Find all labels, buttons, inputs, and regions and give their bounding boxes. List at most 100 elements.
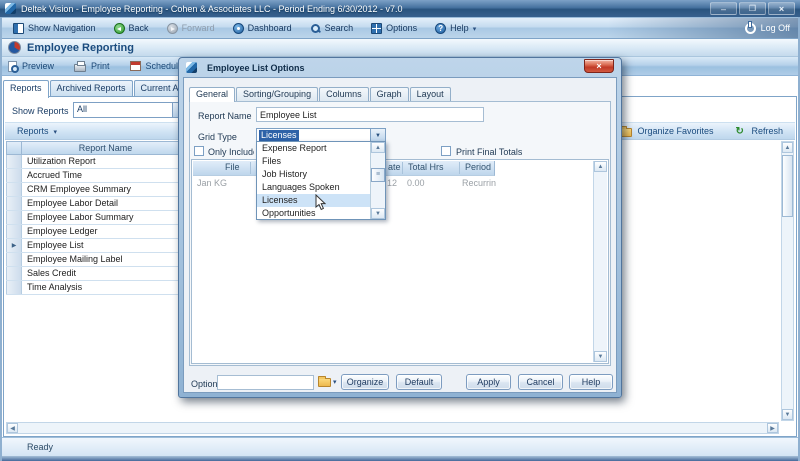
status-text: Ready xyxy=(27,442,53,452)
window-left-edge xyxy=(0,17,2,461)
scroll-down-icon[interactable] xyxy=(782,409,793,420)
scroll-down-icon[interactable] xyxy=(371,208,385,219)
dropdown-option[interactable]: Expense Report xyxy=(257,142,370,155)
refresh-button[interactable]: Refresh xyxy=(735,126,783,137)
organize-favorites-button[interactable]: Organize Favorites xyxy=(619,126,713,137)
status-bar: Ready xyxy=(0,437,800,456)
dialog-close-button[interactable] xyxy=(584,59,614,73)
col-period: Period xyxy=(465,162,491,172)
show-navigation-button[interactable]: Show Navigation xyxy=(4,18,105,38)
list-item[interactable]: Time Analysis xyxy=(6,281,190,295)
scrollbar-thumb[interactable] xyxy=(782,155,793,217)
list-item[interactable]: CRM Employee Summary xyxy=(6,183,190,197)
employee-reporting-icon xyxy=(8,41,21,54)
cancel-button[interactable]: Cancel xyxy=(518,374,563,390)
grid-type-label: Grid Type xyxy=(198,132,237,142)
default-button[interactable]: Default xyxy=(396,374,442,390)
list-item[interactable]: Sales Credit xyxy=(6,267,190,281)
only-include-label: Only Include E xyxy=(208,147,254,157)
list-item[interactable]: Employee Ledger xyxy=(6,225,190,239)
apply-button[interactable]: Apply xyxy=(466,374,511,390)
vertical-scrollbar[interactable] xyxy=(781,141,794,421)
help-dialog-button[interactable]: Help xyxy=(569,374,613,390)
dialog-title: Employee List Options xyxy=(207,63,305,73)
dropdown-option[interactable]: Opportunities xyxy=(257,207,370,219)
report-name-input[interactable] xyxy=(256,107,484,122)
page-title: Employee Reporting xyxy=(27,42,134,54)
print-button[interactable]: Print xyxy=(74,61,110,72)
tab-columns[interactable]: Columns xyxy=(319,87,369,101)
forward-button[interactable]: Forward xyxy=(158,18,224,38)
scroll-up-icon[interactable] xyxy=(594,161,607,172)
row-selector xyxy=(6,183,22,196)
search-icon xyxy=(310,23,321,34)
help-button[interactable]: Help xyxy=(426,18,493,38)
row-selector xyxy=(6,211,22,224)
minimize-button[interactable] xyxy=(710,2,737,15)
navigation-panel-icon xyxy=(13,23,24,34)
list-item[interactable]: Employee Mailing Label xyxy=(6,253,190,267)
back-button[interactable]: Back xyxy=(105,18,158,38)
scrollbar-thumb[interactable] xyxy=(371,168,385,182)
report-list: Report Name Utilization Report Accrued T… xyxy=(6,141,190,295)
tab-archived-reports[interactable]: Archived Reports xyxy=(50,80,133,96)
calendar-icon xyxy=(130,61,141,71)
dialog-grid: File ate Total Hrs Period Jan KG 12 0.00… xyxy=(191,159,609,364)
grid-cell-file[interactable]: Jan KG xyxy=(197,178,227,188)
preview-button[interactable]: Preview xyxy=(8,61,54,72)
dialog-title-bar[interactable]: Employee List Options xyxy=(179,58,621,77)
dashboard-button[interactable]: Dashboard xyxy=(224,18,301,38)
report-name-column-header: Report Name xyxy=(22,142,189,154)
list-item[interactable]: Utilization Report xyxy=(6,155,190,169)
col-date: ate xyxy=(388,162,401,172)
tab-reports[interactable]: Reports xyxy=(3,80,49,98)
grid-cell-total-hrs[interactable]: 0.00 xyxy=(407,178,425,188)
grid-vertical-scrollbar[interactable] xyxy=(593,161,607,362)
list-item-selected[interactable]: Employee List xyxy=(6,239,190,253)
reports-group-dropdown[interactable]: Reports xyxy=(17,126,65,137)
grid-cell-date[interactable]: 12 xyxy=(387,178,397,188)
dropdown-option[interactable]: Languages Spoken xyxy=(257,181,370,194)
dropdown-option-highlighted[interactable]: Licenses xyxy=(257,194,370,207)
list-item[interactable]: Employee Labor Summary xyxy=(6,211,190,225)
dropdown-option[interactable]: Files xyxy=(257,155,370,168)
application-window: Deltek Vision - Employee Reporting - Coh… xyxy=(0,0,800,461)
report-list-header[interactable]: Report Name xyxy=(6,141,190,155)
log-off-button[interactable]: Log Off xyxy=(739,23,796,34)
scroll-up-icon[interactable] xyxy=(371,142,385,153)
list-item[interactable]: Accrued Time xyxy=(6,169,190,183)
employee-list-options-dialog: Employee List Options General Sorting/Gr… xyxy=(178,57,622,398)
dropdown-option[interactable]: Job History xyxy=(257,168,370,181)
tab-graph[interactable]: Graph xyxy=(370,87,409,101)
restore-button[interactable] xyxy=(739,2,766,15)
printer-icon xyxy=(74,64,86,72)
scroll-up-icon[interactable] xyxy=(782,142,793,153)
row-selector xyxy=(6,155,22,168)
grid-cell-period[interactable]: Recurrin xyxy=(462,178,496,188)
mouse-cursor xyxy=(315,194,326,211)
row-selector xyxy=(6,253,22,266)
show-reports-select[interactable]: All xyxy=(73,102,188,118)
refresh-icon xyxy=(735,126,746,137)
options-button[interactable]: Options xyxy=(362,18,426,38)
dialog-body: General Sorting/Grouping Columns Graph L… xyxy=(183,77,617,393)
tab-layout[interactable]: Layout xyxy=(410,87,451,101)
scroll-down-icon[interactable] xyxy=(594,351,607,362)
tab-sorting-grouping[interactable]: Sorting/Grouping xyxy=(236,87,318,101)
print-final-totals-label: Print Final Totals xyxy=(456,147,522,157)
only-include-checkbox[interactable] xyxy=(194,146,204,156)
scroll-left-icon[interactable] xyxy=(7,423,18,433)
print-final-totals-checkbox[interactable] xyxy=(441,146,451,156)
page-header: Employee Reporting xyxy=(0,39,800,57)
options-input[interactable] xyxy=(217,375,314,390)
scroll-right-icon[interactable] xyxy=(767,423,778,433)
organize-button[interactable]: Organize xyxy=(341,374,389,390)
search-button[interactable]: Search xyxy=(301,18,363,38)
dropdown-scrollbar[interactable] xyxy=(370,142,385,219)
list-item[interactable]: Employee Labor Detail xyxy=(6,197,190,211)
tab-general[interactable]: General xyxy=(189,87,235,102)
schedule-button[interactable]: Schedule xyxy=(130,61,184,71)
close-window-button[interactable] xyxy=(768,2,795,15)
horizontal-scrollbar[interactable] xyxy=(6,422,779,434)
deltek-logo-icon xyxy=(5,3,16,14)
